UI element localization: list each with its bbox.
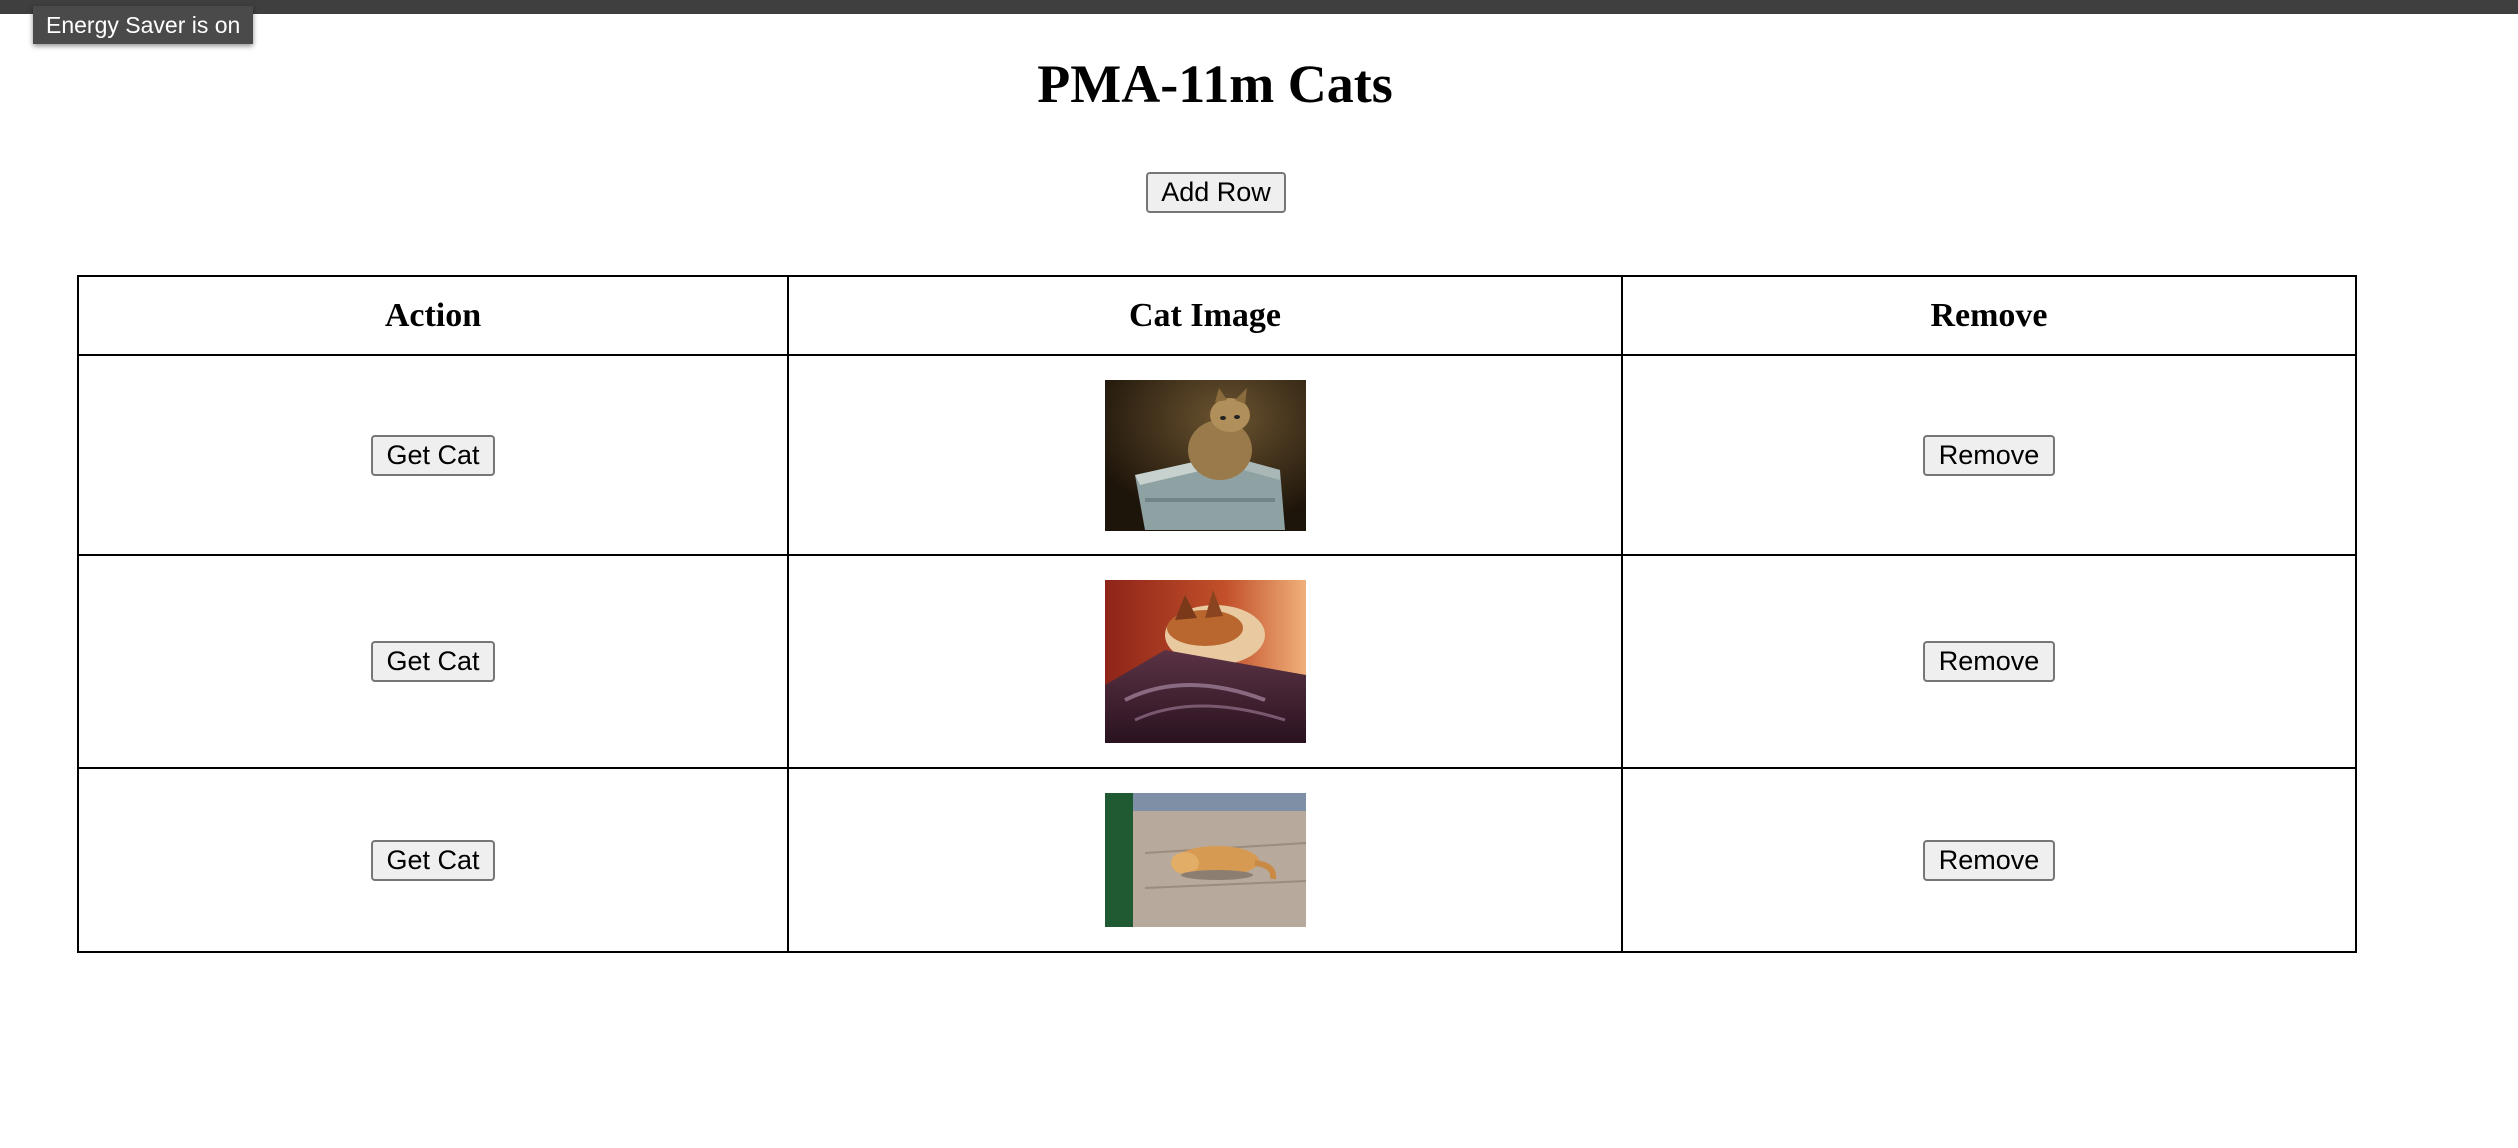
cat-image: [1104, 379, 1306, 531]
table-row: Get Cat Remove: [77, 354, 2357, 556]
remove-button[interactable]: Remove: [1923, 434, 2055, 476]
remove-cell: Remove: [1621, 354, 2357, 556]
table-row: Get Cat Remove: [77, 554, 2357, 769]
remove-button[interactable]: Remove: [1923, 839, 2055, 881]
column-header-cat-image: Cat Image: [787, 275, 1623, 356]
column-header-action: Action: [77, 275, 789, 356]
remove-button[interactable]: Remove: [1923, 641, 2055, 682]
get-cat-button[interactable]: Get Cat: [371, 434, 495, 476]
get-cat-button[interactable]: Get Cat: [371, 641, 495, 682]
cat-image-cell: [787, 354, 1623, 556]
remove-cell: Remove: [1621, 767, 2357, 953]
action-cell: Get Cat: [77, 767, 789, 953]
cat-image: [1104, 580, 1306, 743]
table-row: Get Cat Remove: [77, 767, 2357, 953]
cats-table: Action Cat Image Remove Get Cat Remove G…: [77, 275, 2357, 953]
cat-image: [1104, 793, 1306, 927]
get-cat-button[interactable]: Get Cat: [371, 839, 495, 881]
cat-image-cell: [787, 554, 1623, 769]
add-row-button[interactable]: Add Row: [1146, 172, 1286, 213]
table-header-row: Action Cat Image Remove: [77, 275, 2357, 356]
action-cell: Get Cat: [77, 354, 789, 556]
remove-cell: Remove: [1621, 554, 2357, 769]
cat-image-cell: [787, 767, 1623, 953]
action-cell: Get Cat: [77, 554, 789, 769]
browser-top-bar: [0, 0, 2518, 14]
column-header-remove: Remove: [1621, 275, 2357, 356]
energy-saver-toast: Energy Saver is on: [33, 6, 254, 44]
page-title: PMA-11m Cats: [1037, 54, 1393, 114]
